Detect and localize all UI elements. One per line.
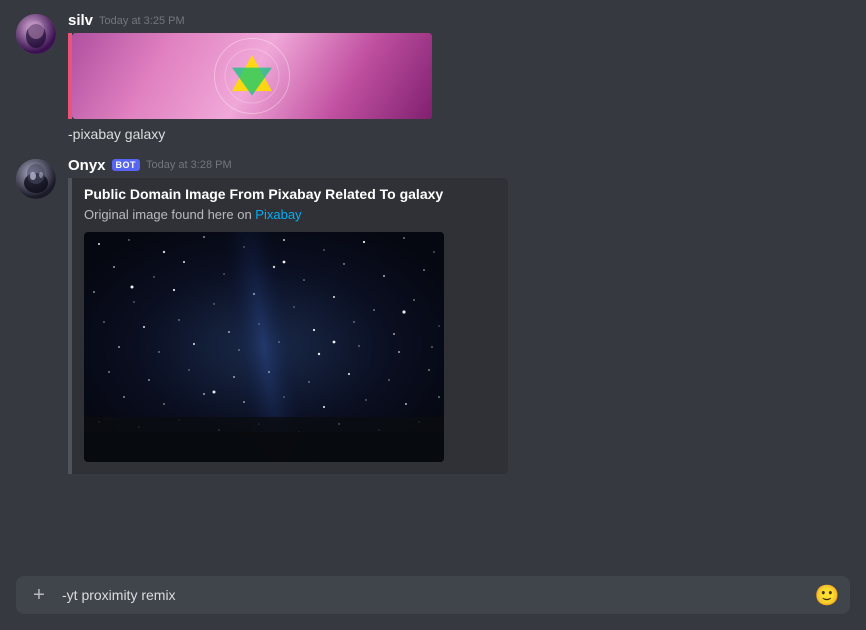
timestamp-onyx: Today at 3:28 PM bbox=[146, 159, 232, 171]
embed-container: Public Domain Image From Pixabay Related… bbox=[68, 178, 508, 474]
timestamp-silv: Today at 3:25 PM bbox=[99, 15, 185, 27]
emoji-icon: 🙂 bbox=[815, 583, 840, 608]
galaxy-photo bbox=[84, 232, 444, 462]
input-wrapper: + 🙂 bbox=[16, 576, 850, 614]
bot-badge: BOT bbox=[112, 159, 141, 171]
triangle-bottom bbox=[232, 68, 272, 96]
galaxy-svg bbox=[84, 232, 444, 462]
top-image-wrapper bbox=[72, 33, 432, 119]
chat-input[interactable] bbox=[62, 584, 804, 606]
embed-desc-middle: on bbox=[237, 207, 255, 222]
emoji-button[interactable]: 🙂 bbox=[812, 580, 842, 610]
message-group-silv: silv Today at 3:25 PM bbox=[0, 8, 866, 149]
message-content-onyx: Onyx BOT Today at 3:28 PM Public Domain … bbox=[68, 157, 850, 474]
username-onyx: Onyx bbox=[68, 157, 106, 174]
message-content-silv: silv Today at 3:25 PM bbox=[68, 12, 850, 145]
message-header-onyx: Onyx BOT Today at 3:28 PM bbox=[68, 157, 850, 174]
pixabay-top-image bbox=[72, 33, 432, 119]
silv-message-text: -pixabay galaxy bbox=[68, 125, 850, 145]
plus-icon: + bbox=[33, 584, 45, 607]
top-image-inner bbox=[72, 33, 432, 119]
username-silv: silv bbox=[68, 12, 93, 29]
avatar-silv bbox=[16, 14, 56, 54]
chat-area: silv Today at 3:25 PM bbox=[0, 0, 866, 576]
add-attachment-button[interactable]: + bbox=[24, 580, 54, 610]
message-header-silv: silv Today at 3:25 PM bbox=[68, 12, 850, 29]
embed-description: Original image found here on Pixabay bbox=[84, 206, 496, 224]
input-area: + 🙂 bbox=[0, 576, 866, 630]
embed-galaxy-image bbox=[84, 232, 496, 462]
pixabay-link[interactable]: Pixabay bbox=[255, 207, 301, 222]
embed-title: Public Domain Image From Pixabay Related… bbox=[84, 186, 496, 202]
avatar-onyx bbox=[16, 159, 56, 199]
embed-desc-prefix: Original image found here bbox=[84, 207, 234, 222]
top-image-container bbox=[68, 33, 432, 119]
message-group-onyx: Onyx BOT Today at 3:28 PM Public Domain … bbox=[0, 153, 866, 478]
